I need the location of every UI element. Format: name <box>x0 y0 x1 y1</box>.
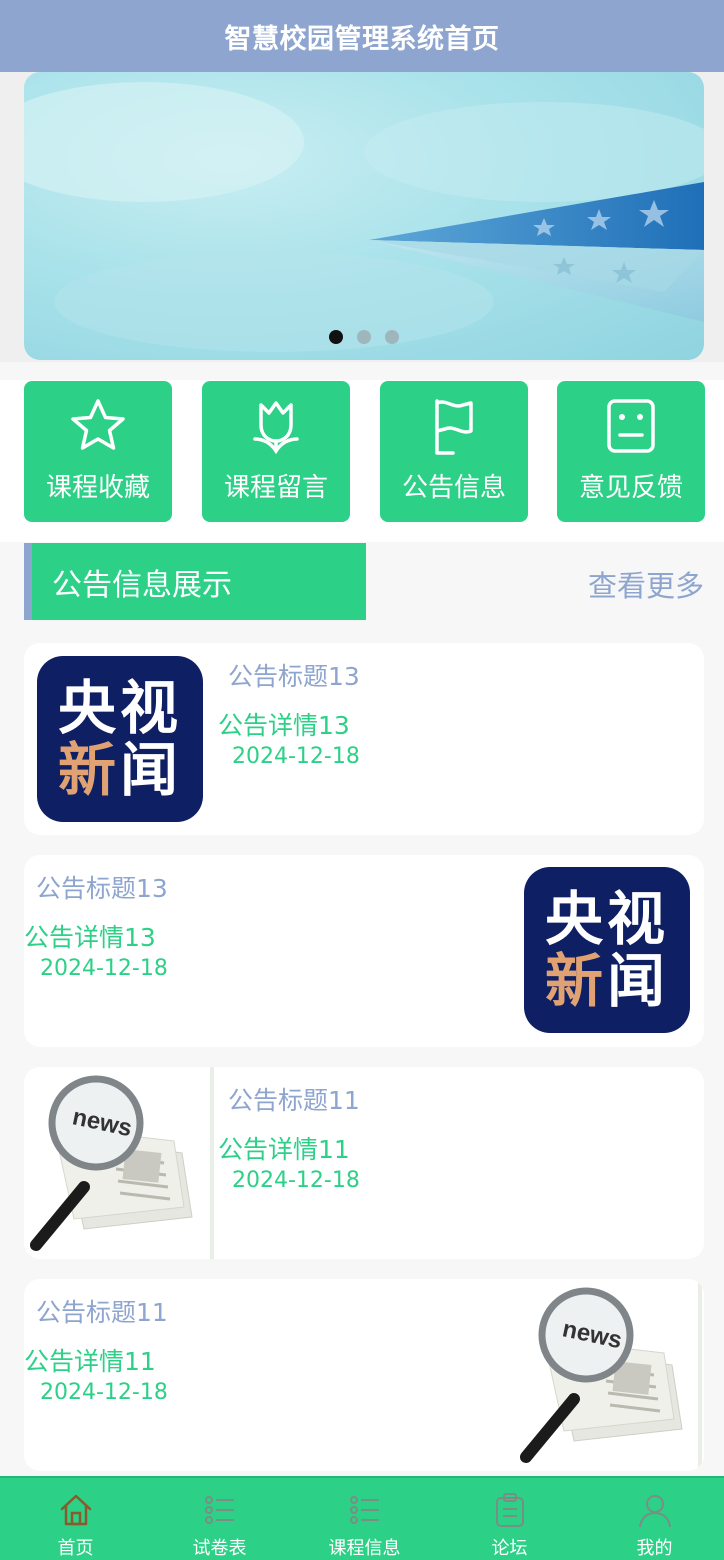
tulip-icon <box>253 401 299 455</box>
bottom-tab-bar: 首页 试卷表 课程信息 论坛 我的 <box>0 1476 724 1560</box>
news-title: 公告标题11 <box>228 1086 360 1115</box>
tab-label: 论坛 <box>491 1538 528 1559</box>
menu-announcements[interactable]: 公告信息 <box>380 381 528 522</box>
cctv-news-logo: 央视 新闻 <box>524 867 690 1033</box>
news-card[interactable]: 公告标题11 公告详情11 2024-12-18 news <box>24 1279 704 1471</box>
tab-forum[interactable]: 论坛 <box>437 1478 582 1560</box>
tab-course-info[interactable]: 课程信息 <box>292 1478 437 1560</box>
menu-feedback[interactable]: 意见反馈 <box>557 381 705 522</box>
section-title: 公告信息展示 <box>24 543 366 620</box>
carousel-dot[interactable] <box>385 330 399 344</box>
tab-label: 课程信息 <box>328 1538 401 1559</box>
news-title: 公告标题13 <box>228 662 360 691</box>
news-title: 公告标题13 <box>36 874 168 903</box>
news-card[interactable]: 公告标题13 公告详情13 2024-12-18 央视 新闻 <box>24 855 704 1047</box>
news-date: 2024-12-18 <box>40 1380 168 1405</box>
quick-menu: 课程收藏 课程留言 公告信息 意见反馈 <box>0 380 724 542</box>
menu-label: 意见反馈 <box>578 473 683 503</box>
news-detail: 公告详情13 <box>218 711 350 740</box>
news-date: 2024-12-18 <box>40 956 168 981</box>
news-date: 2024-12-18 <box>232 1168 360 1193</box>
star-icon <box>71 399 125 450</box>
menu-label: 课程留言 <box>223 473 328 503</box>
feedback-face-icon <box>607 399 655 453</box>
newspaper-magnifier-image: news <box>24 1067 214 1259</box>
news-title: 公告标题11 <box>36 1298 168 1327</box>
news-detail: 公告详情13 <box>24 923 156 952</box>
tab-exam-table[interactable]: 试卷表 <box>147 1478 292 1560</box>
menu-course-favorites[interactable]: 课程收藏 <box>24 381 172 522</box>
announcement-section-header: 公告信息展示 查看更多 <box>0 543 724 621</box>
news-card[interactable]: news 公告标题11 公告详情11 2024-12-18 <box>24 1067 704 1259</box>
banner-area <box>0 72 724 362</box>
banner-carousel[interactable] <box>24 72 704 360</box>
tab-label: 首页 <box>57 1538 94 1559</box>
newspaper-magnifier-image: news <box>514 1279 704 1471</box>
menu-label: 课程收藏 <box>45 473 150 503</box>
menu-course-comments[interactable]: 课程留言 <box>202 381 350 522</box>
carousel-indicator <box>24 330 704 344</box>
app-page: 智慧校园管理系统首页 课程收藏 课程留言 公告信息 意见反馈 公告信息展示 查看… <box>0 0 724 1560</box>
tab-home[interactable]: 首页 <box>3 1478 148 1560</box>
flag-icon <box>435 399 473 455</box>
view-more-link[interactable]: 查看更多 <box>588 563 704 605</box>
cctv-news-logo: 央视 新闻 <box>37 656 203 822</box>
tab-label: 我的 <box>636 1538 673 1559</box>
page-title: 智慧校园管理系统首页 <box>224 23 500 55</box>
news-card[interactable]: 央视 新闻 公告标题13 公告详情13 2024-12-18 <box>24 643 704 835</box>
news-detail: 公告详情11 <box>24 1347 156 1376</box>
carousel-dot[interactable] <box>329 330 343 344</box>
home-icon <box>60 1494 91 1526</box>
page-header: 智慧校园管理系统首页 <box>0 0 724 72</box>
tab-label: 试卷表 <box>192 1538 247 1559</box>
news-detail: 公告详情11 <box>218 1135 350 1164</box>
carousel-dot[interactable] <box>357 330 371 344</box>
menu-label: 公告信息 <box>401 473 506 503</box>
user-icon <box>638 1495 671 1528</box>
paper-plane-illustration <box>24 82 704 352</box>
news-date: 2024-12-18 <box>232 744 360 769</box>
tab-profile[interactable]: 我的 <box>582 1478 724 1560</box>
clipboard-icon <box>495 1493 524 1527</box>
list-icon <box>204 1496 234 1524</box>
list-icon <box>349 1496 379 1524</box>
